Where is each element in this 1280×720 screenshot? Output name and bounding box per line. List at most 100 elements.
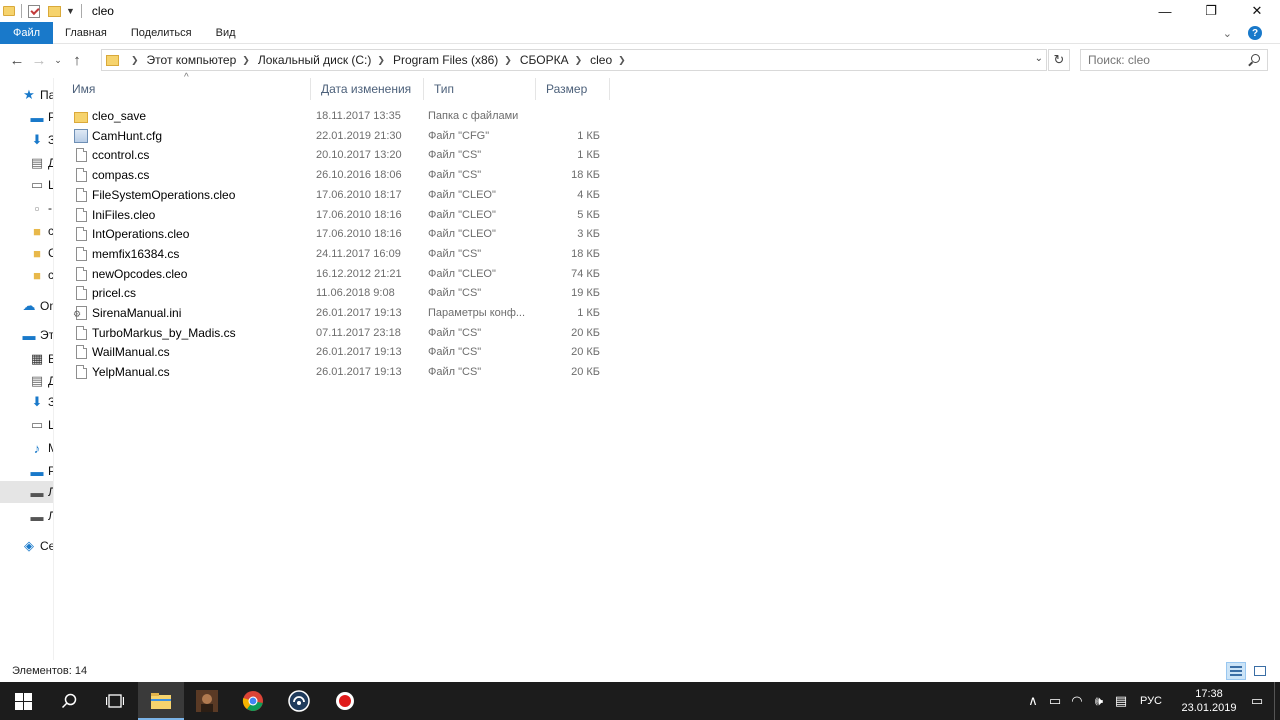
sidebar-item[interactable]: ⬇З: [0, 391, 53, 413]
restore-button[interactable]: ❐: [1188, 0, 1234, 22]
file-name-cell[interactable]: memfix16384.cs: [62, 246, 311, 261]
chevron-down-icon[interactable]: ⌄: [1035, 53, 1043, 64]
file-name-cell[interactable]: TurboMarkus_by_Madis.cs: [62, 325, 311, 340]
file-name-cell[interactable]: WailManual.cs: [62, 345, 311, 360]
help-icon[interactable]: ?: [1248, 26, 1262, 40]
file-name-cell[interactable]: IniFiles.cleo: [62, 207, 311, 222]
sidebar-item[interactable]: ♪М: [0, 437, 53, 459]
tab-file[interactable]: Файл: [0, 21, 53, 44]
file-name-cell[interactable]: SirenaManual.ini: [62, 306, 311, 320]
tab-view[interactable]: Вид: [204, 22, 248, 44]
file-name-cell[interactable]: newOpcodes.cleo: [62, 266, 311, 281]
sidebar-item[interactable]: ★ Па: [0, 84, 53, 106]
sidebar-item[interactable]: ▤Д: [0, 370, 53, 392]
up-button[interactable]: ↑: [66, 52, 88, 69]
file-row[interactable]: pricel.cs 11.06.2018 9:08 Файл "CS" 19 КБ: [62, 283, 622, 303]
breadcrumb-label[interactable]: Локальный диск (C:): [258, 53, 372, 67]
refresh-button[interactable]: ↻: [1048, 49, 1070, 71]
file-row[interactable]: WailManual.cs 26.01.2017 19:13 Файл "CS" 20…: [62, 342, 622, 362]
column-header-type[interactable]: Тип: [424, 78, 536, 100]
sidebar-item[interactable]: ▬Р: [0, 460, 54, 482]
file-name-cell[interactable]: IntOperations.cleo: [62, 227, 311, 242]
file-name-cell[interactable]: CamHunt.cfg: [62, 128, 311, 143]
wifi-icon[interactable]: ◠: [1066, 693, 1088, 709]
taskbar-teamspeak[interactable]: [276, 682, 322, 720]
taskbar-recorder[interactable]: [322, 682, 368, 720]
sidebar-item[interactable]: ▭Ш: [0, 414, 53, 436]
sidebar-item[interactable]: ▫ -: [0, 197, 53, 219]
sidebar-item[interactable]: ■С: [0, 242, 53, 264]
tab-share[interactable]: Поделиться: [119, 22, 204, 44]
sidebar-item[interactable]: ▭Ш: [0, 174, 53, 196]
show-hidden-icons-icon[interactable]: ∧: [1022, 693, 1044, 709]
taskbar-game[interactable]: [184, 682, 230, 720]
sidebar-item[interactable]: ▬Л: [0, 481, 53, 503]
file-name-cell[interactable]: compas.cs: [62, 168, 311, 183]
column-header-date[interactable]: Дата изменения: [311, 78, 424, 100]
file-row[interactable]: TurboMarkus_by_Madis.cs 07.11.2017 23:18 Ф…: [62, 323, 622, 343]
sidebar-item[interactable]: ▬ Эт: [0, 324, 54, 346]
file-row[interactable]: cleo_save 18.11.2017 13:35 Папка с файлами: [62, 106, 622, 126]
sidebar-item[interactable]: ☁ On: [0, 295, 54, 317]
file-row[interactable]: CamHunt.cfg 22.01.2019 21:30 Файл "CFG" 1 К…: [62, 126, 622, 146]
battery-icon[interactable]: ▭: [1044, 693, 1066, 709]
chevron-right-icon[interactable]: ❯: [618, 55, 626, 66]
column-header-size[interactable]: Размер: [536, 78, 610, 100]
file-row[interactable]: IntOperations.cleo 17.06.2010 18:16 Файл "…: [62, 224, 622, 244]
file-row[interactable]: compas.cs 26.10.2016 18:06 Файл "CS" 18 КБ: [62, 165, 622, 185]
breadcrumb-label[interactable]: Этот компьютер: [147, 53, 237, 67]
forward-button[interactable]: →: [28, 52, 50, 69]
search-button[interactable]: [46, 682, 92, 720]
breadcrumb-program-files[interactable]: Program Files (x86) ❯: [393, 53, 520, 67]
volume-icon[interactable]: 🕪: [1088, 693, 1110, 709]
file-row[interactable]: YelpManual.cs 26.01.2017 19:13 Файл "CS" 20…: [62, 362, 622, 382]
sidebar-item[interactable]: ▬Р: [0, 106, 54, 128]
large-icons-view-button[interactable]: [1250, 662, 1270, 680]
sidebar-item[interactable]: ▦В: [0, 348, 53, 370]
sidebar-item[interactable]: ■ с: [0, 264, 53, 286]
breadcrumb-sborka[interactable]: СБОРКА ❯: [520, 53, 590, 67]
action-center-icon[interactable]: ▭: [1246, 693, 1268, 709]
minimize-button[interactable]: —: [1142, 0, 1188, 22]
back-button[interactable]: ←: [6, 52, 28, 69]
file-name-cell[interactable]: FileSystemOperations.cleo: [62, 187, 311, 202]
chevron-right-icon[interactable]: ❯: [504, 55, 512, 66]
recent-locations-icon[interactable]: ⌄: [50, 55, 66, 66]
sidebar-item[interactable]: ▤Д: [0, 152, 53, 174]
breadcrumb-this-pc[interactable]: Этот компьютер ❯: [147, 53, 258, 67]
taskbar-file-explorer[interactable]: [138, 682, 184, 720]
file-row[interactable]: newOpcodes.cleo 16.12.2012 21:21 Файл "CLE…: [62, 264, 622, 284]
sidebar-item[interactable]: ◈ Се: [0, 535, 53, 557]
file-row[interactable]: SirenaManual.ini 26.01.2017 19:13 Параметр…: [62, 303, 622, 323]
close-button[interactable]: ✕: [1234, 0, 1280, 22]
breadcrumb-label[interactable]: Program Files (x86): [393, 53, 498, 67]
column-header-name[interactable]: Имя: [62, 78, 311, 100]
file-row[interactable]: ccontrol.cs 20.10.2017 13:20 Файл "CS" 1 КБ: [62, 145, 622, 165]
chevron-right-icon[interactable]: ❯: [242, 55, 250, 66]
breadcrumb-label[interactable]: cleo: [590, 53, 612, 67]
chevron-right-icon[interactable]: ❯: [131, 55, 139, 66]
breadcrumb-cleo[interactable]: cleo ❯: [590, 53, 634, 67]
details-view-button[interactable]: [1226, 662, 1246, 680]
customize-toolbar-icon[interactable]: ▼: [66, 6, 75, 16]
breadcrumb-label[interactable]: СБОРКА: [520, 53, 569, 67]
show-desktop-button[interactable]: [1274, 682, 1280, 720]
task-view-button[interactable]: [92, 682, 138, 720]
search-icon[interactable]: [1251, 54, 1260, 63]
start-button[interactable]: [0, 682, 46, 720]
file-name-cell[interactable]: cleo_save: [62, 109, 311, 123]
file-row[interactable]: IniFiles.cleo 17.06.2010 18:16 Файл "CLEO"…: [62, 205, 622, 225]
taskbar-chrome[interactable]: [230, 682, 276, 720]
chevron-right-icon[interactable]: ❯: [575, 55, 583, 66]
notifications-icon[interactable]: ▤: [1110, 693, 1132, 709]
sidebar-item[interactable]: ■ с: [0, 220, 53, 242]
search-input[interactable]: [1088, 53, 1238, 67]
expand-ribbon-icon[interactable]: ⌄: [1223, 27, 1232, 40]
file-row[interactable]: FileSystemOperations.cleo 17.06.2010 18:1…: [62, 185, 622, 205]
address-bar[interactable]: ❯ Этот компьютер ❯ Локальный диск (C:) ❯ P…: [101, 49, 1047, 71]
properties-icon[interactable]: [28, 4, 40, 18]
sidebar-item[interactable]: ⬇З: [0, 129, 53, 151]
file-name-cell[interactable]: ccontrol.cs: [62, 148, 311, 163]
chevron-right-icon[interactable]: ❯: [377, 55, 385, 66]
search-box[interactable]: [1080, 49, 1268, 71]
